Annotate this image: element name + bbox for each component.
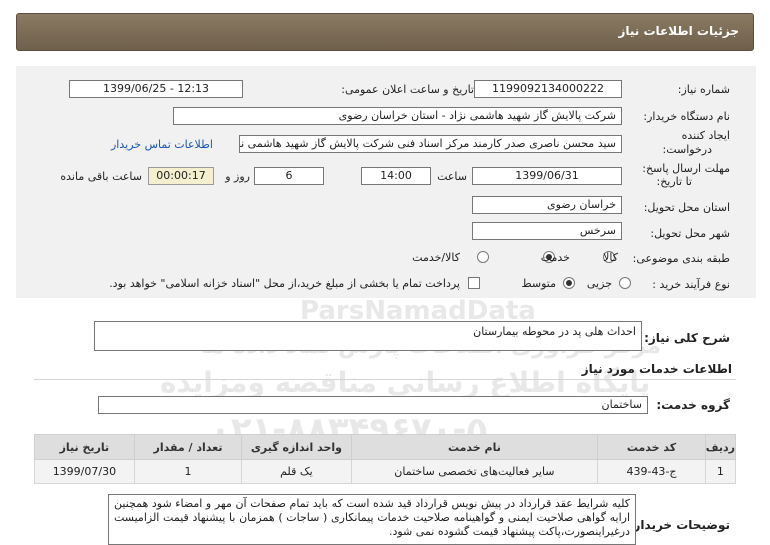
province-label: استان محل تحویل: (643, 201, 730, 214)
process-option-medium: متوسط (521, 277, 556, 290)
deadline-date-field[interactable]: 1399/06/31 (472, 167, 622, 185)
col-quantity: تعداد / مقدار (133, 434, 243, 460)
need-number-label: شماره نیاز: (677, 83, 730, 96)
days-label: روز و (225, 170, 250, 183)
creator-label-1: ایجاد کننده (681, 129, 730, 142)
deadline-time-label: ساعت (437, 170, 467, 183)
page-title-bar: جزئیات اطلاعات نیاز (16, 13, 754, 51)
process-label: نوع فرآیند خرید : (652, 278, 730, 291)
remaining-timer: 00:00:17 (148, 167, 214, 185)
city-label: شهر محل تحویل: (650, 227, 730, 240)
table-row[interactable]: 1 ج-43-439 سایر فعالیت‌های تخصصی ساختمان… (34, 459, 737, 484)
creator-label-2: درخواست: (662, 143, 712, 156)
col-service-code: کد خدمت (597, 434, 706, 460)
province-field[interactable]: خراسان رضوی (472, 196, 622, 214)
category-label: طبقه بندی موضوعی: (632, 252, 730, 265)
buyer-label: نام دستگاه خریدار: (643, 110, 730, 123)
summary-label: شرح کلی نیاز: (644, 331, 730, 345)
process-radio-medium[interactable] (563, 277, 575, 289)
col-service-name: نام خدمت (350, 434, 599, 460)
services-section-title: اطلاعات خدمات مورد نیاز (581, 362, 732, 376)
announce-field[interactable]: 1399/06/25 - 12:13 (69, 80, 243, 98)
buyer-notes-label: توضیحات خریدار: (628, 518, 730, 532)
buyer-notes-field[interactable]: کلیه شرایط عقد قرارداد در پیش نویس قرارد… (108, 494, 636, 545)
category-radio-goods-service[interactable] (477, 251, 489, 263)
col-need-date: تاریخ نیاز (34, 434, 135, 460)
services-table: ردیف کد خدمت نام خدمت واحد اندازه گیری ت… (34, 434, 737, 484)
service-group-label: گروه خدمت: (656, 398, 730, 412)
treasury-payment-note: پرداخت تمام یا بخشی از مبلغ خرید،از محل … (109, 277, 460, 290)
page-title: جزئیات اطلاعات نیاز (618, 24, 739, 38)
treasury-payment-checkbox[interactable] (468, 277, 480, 289)
deadline-time-field[interactable]: 14:00 (361, 167, 431, 185)
deadline-label-1: مهلت ارسال پاسخ: (642, 162, 730, 175)
col-row-number: ردیف (704, 434, 737, 460)
cell-row-number: 1 (704, 459, 737, 484)
days-field[interactable]: 6 (254, 167, 324, 185)
category-option-service: خدمت (540, 251, 570, 264)
city-field[interactable]: سرخس (472, 222, 622, 240)
col-unit: واحد اندازه گیری (241, 434, 352, 460)
need-number-field[interactable]: 1199092134000222 (474, 80, 622, 98)
process-option-minor: جزیی (586, 277, 612, 290)
buyer-contact-link[interactable]: اطلاعات تماس خریدار (111, 138, 213, 151)
buyer-field[interactable]: شرکت پالایش گاز شهید هاشمی نژاد - استان … (173, 107, 622, 125)
cell-service-code: ج-43-439 (597, 459, 706, 484)
table-header-row: ردیف کد خدمت نام خدمت واحد اندازه گیری ت… (34, 434, 737, 460)
cell-need-date: 1399/07/30 (34, 459, 135, 484)
cell-unit: یک قلم (241, 459, 352, 484)
cell-service-name: سایر فعالیت‌های تخصصی ساختمان (350, 459, 599, 484)
deadline-label-2: تا تاریخ: (656, 175, 692, 188)
remaining-label: ساعت باقی مانده (60, 170, 142, 183)
cell-quantity: 1 (133, 459, 243, 484)
service-group-field[interactable]: ساختمان (98, 396, 648, 414)
category-option-goods-service: کالا/خدمت (412, 251, 460, 264)
category-option-goods: کالا (603, 251, 618, 264)
announce-label: تاریخ و ساعت اعلان عمومی: (341, 83, 474, 96)
services-section-header: اطلاعات خدمات مورد نیاز (34, 360, 736, 380)
summary-field[interactable]: احداث هلی پد در محوطه بیمارستان (94, 321, 642, 351)
creator-field[interactable]: سید محسن ناصری صدر کارمند مرکز اسناد فنی… (239, 135, 622, 153)
process-radio-minor[interactable] (619, 277, 631, 289)
